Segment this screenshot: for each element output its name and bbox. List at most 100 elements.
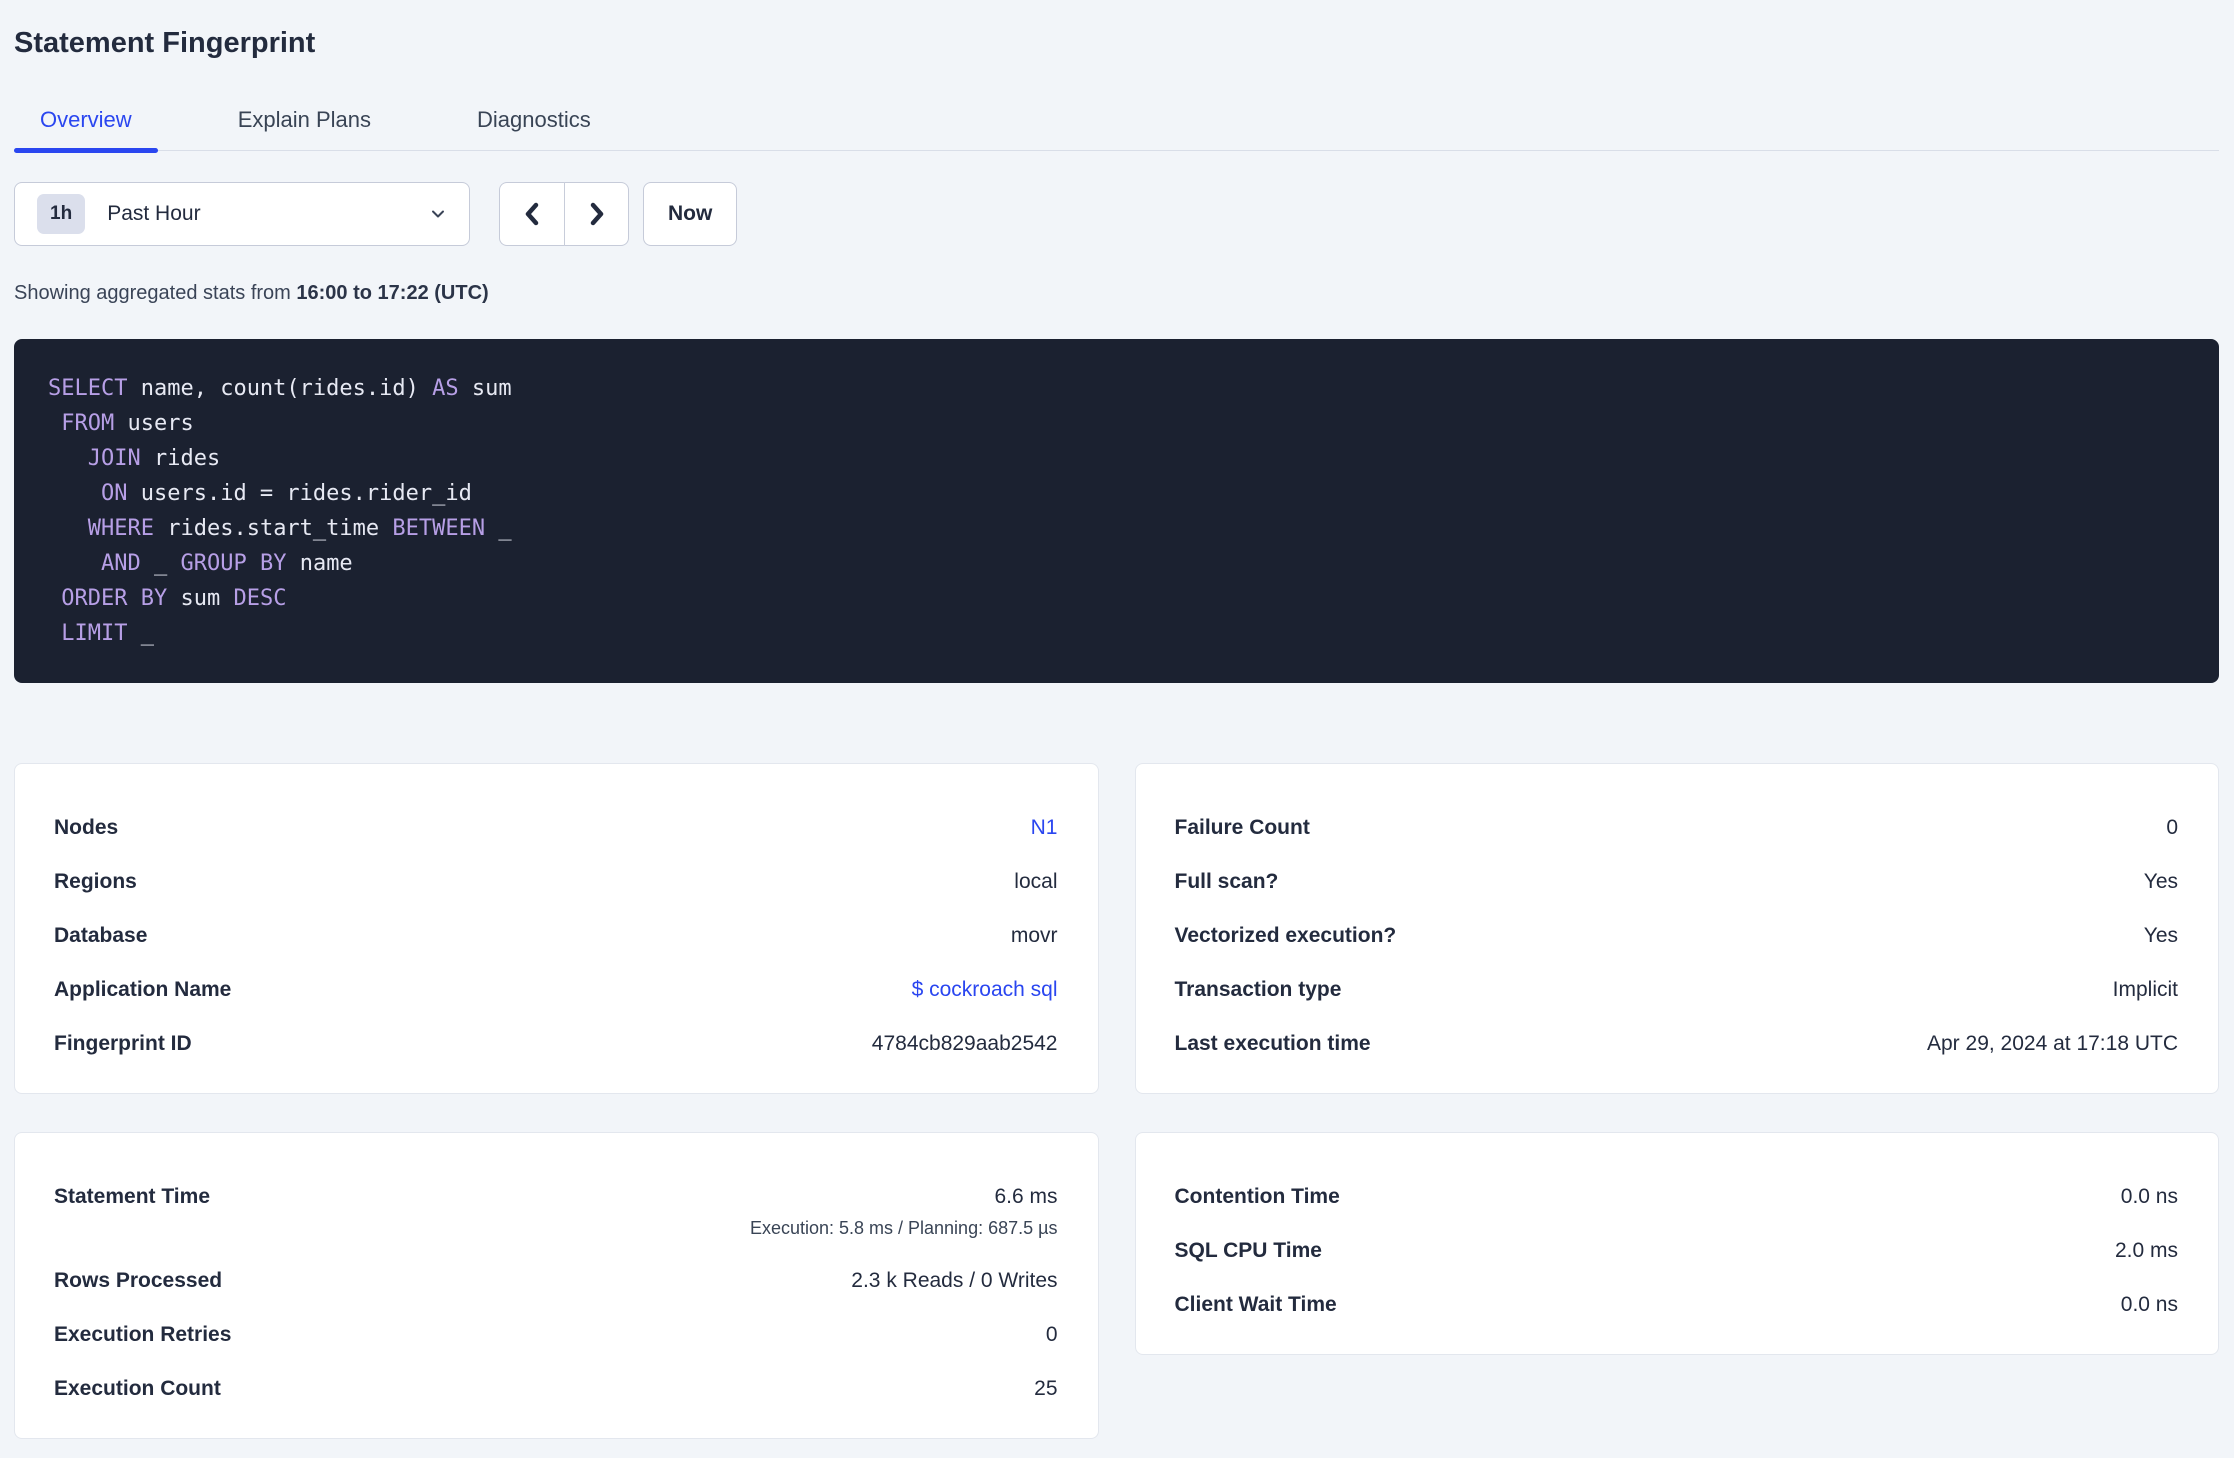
stat-value: Implicit (2112, 978, 2178, 1001)
stat-row: Execution Retries 0 (54, 1321, 1058, 1348)
sql-line: ON users.id = rides.rider_id (100, 481, 472, 506)
stat-value: 0.0 ns (2120, 1293, 2178, 1316)
stat-label: Contention Time (1174, 1185, 1340, 1208)
stat-value-wrap: 2.0 ms (2115, 1237, 2178, 1264)
chevron-left-icon (521, 200, 543, 228)
stat-row: SQL CPU Time 2.0 ms (1175, 1237, 2179, 1264)
timing-card-right: Contention Time 0.0 ns SQL CPU Time 2.0 ms C… (1134, 1132, 2219, 1355)
stat-value-wrap: movr (1011, 922, 1058, 949)
stat-value: Yes (2143, 924, 2178, 947)
tab-explain-plans[interactable]: Explain Plans (212, 106, 397, 150)
stat-row: Regions local (54, 868, 1058, 895)
stat-label: Execution Count (54, 1377, 221, 1400)
sql-line: AND _ GROUP BY name (100, 551, 353, 576)
now-button[interactable]: Now (643, 182, 738, 246)
stat-value: 0 (2166, 816, 2178, 839)
stat-label: Application Name (54, 978, 232, 1001)
stat-value: Yes (2143, 870, 2178, 893)
stat-value-wrap: 2.3 k Reads / 0 Writes (851, 1267, 1057, 1294)
stat-value-link[interactable]: N1 (1031, 814, 1058, 841)
sql-line: FROM users (61, 411, 194, 436)
stat-value-wrap: local (1014, 868, 1057, 895)
stat-row: Last execution time Apr 29, 2024 at 17:18… (1175, 1030, 2179, 1057)
tab-overview[interactable]: Overview (14, 106, 158, 153)
sql-line: WHERE rides.start_time BETWEEN _ (87, 516, 512, 541)
stat-row: Fingerprint ID 4784cb829aab2542 (54, 1030, 1058, 1057)
chevron-down-icon (429, 205, 447, 223)
sql-statement-box: SELECT name, count(rides.id) AS sum FROM… (14, 339, 2219, 683)
stat-value-wrap: Implicit (2113, 976, 2178, 1003)
time-range-label: Past Hour (107, 202, 201, 225)
stat-value-wrap: 0 (2166, 814, 2178, 841)
summary-cards: Nodes N1 Regions local Database movr Applicati… (14, 763, 2219, 1439)
stat-value: 4784cb829aab2542 (871, 1032, 1058, 1055)
stat-value-wrap: Apr 29, 2024 at 17:18 UTC (1927, 1030, 2178, 1057)
stat-label: Database (54, 924, 148, 947)
stat-value-wrap: 0 (1046, 1321, 1058, 1348)
statement-fingerprint-page: Statement Fingerprint Overview Explain P… (0, 0, 2234, 1439)
stat-label: Client Wait Time (1174, 1293, 1337, 1316)
tab-bar: Overview Explain Plans Diagnostics (14, 106, 2219, 153)
stats-caption: Showing aggregated stats from 16:00 to 1… (14, 280, 2219, 306)
stat-label: Vectorized execution? (1174, 924, 1397, 947)
stat-value-wrap: $ cockroach sql (912, 976, 1058, 1003)
stat-label: Failure Count (1174, 816, 1310, 839)
stat-value: 0 (1045, 1323, 1058, 1346)
chevron-right-icon (586, 200, 608, 228)
stat-value: 2.3 k Reads / 0 Writes (851, 1269, 1058, 1292)
stats-caption-range: 16:00 to 17:22 (UTC) (296, 282, 489, 304)
stat-row: Vectorized execution? Yes (1175, 922, 2179, 949)
stat-value-wrap: 4784cb829aab2542 (872, 1030, 1058, 1057)
time-range-dropdown[interactable]: 1h Past Hour (14, 182, 470, 246)
stat-label: Fingerprint ID (54, 1032, 192, 1055)
stat-label: Transaction type (1174, 978, 1342, 1001)
stat-subvalue: Execution: 5.8 ms / Planning: 687.5 µs (749, 1218, 1058, 1238)
sql-line: LIMIT _ (61, 621, 154, 646)
stat-row: Failure Count 0 (1175, 814, 2179, 841)
stat-value: movr (1010, 924, 1058, 947)
stat-value-wrap: 6.6 ms Execution: 5.8 ms / Planning: 687.… (750, 1183, 1058, 1240)
stat-row: Transaction type Implicit (1175, 976, 2179, 1003)
stat-value: Apr 29, 2024 at 17:18 UTC (1927, 1032, 2178, 1055)
stat-value-wrap: Yes (2144, 922, 2178, 949)
stat-value-wrap: Yes (2144, 868, 2178, 895)
stat-row: Client Wait Time 0.0 ns (1175, 1291, 2179, 1318)
stat-value-wrap: 0.0 ns (2121, 1183, 2178, 1210)
stat-row: Statement Time 6.6 ms Execution: 5.8 ms / … (54, 1183, 1058, 1240)
stat-value: 6.6 ms (994, 1185, 1058, 1208)
overview-card-left: Nodes N1 Regions local Database movr Applicati… (14, 763, 1099, 1094)
stat-label: Rows Processed (54, 1269, 223, 1292)
stat-row: Database movr (54, 922, 1058, 949)
stat-row: Rows Processed 2.3 k Reads / 0 Writes (54, 1267, 1058, 1294)
time-pager (499, 182, 629, 246)
stat-row: Full scan? Yes (1175, 868, 2179, 895)
next-time-button[interactable] (564, 182, 629, 246)
stat-label: Regions (54, 870, 137, 893)
sql-line: SELECT name, count(rides.id) AS sum (48, 376, 512, 401)
stat-row: Application Name $ cockroach sql (54, 976, 1058, 1003)
stats-caption-prefix: Showing aggregated stats from (14, 282, 297, 304)
stat-value: 0.0 ns (2120, 1185, 2178, 1208)
stat-label: SQL CPU Time (1174, 1239, 1322, 1262)
timing-card-left: Statement Time 6.6 ms Execution: 5.8 ms / … (14, 1132, 1099, 1439)
stat-row: Nodes N1 (54, 814, 1058, 841)
stat-label: Statement Time (54, 1185, 210, 1208)
stat-value: 25 (1034, 1377, 1058, 1400)
sql-line: ORDER BY sum DESC (61, 586, 287, 611)
time-range-badge: 1h (37, 194, 86, 234)
stat-row: Execution Count 25 (54, 1375, 1058, 1402)
stat-label: Full scan? (1174, 870, 1279, 893)
time-controls: 1h Past Hour Now (14, 182, 2219, 246)
stat-value-wrap: N1 (1031, 814, 1058, 841)
sql-line: JOIN rides (87, 446, 221, 471)
prev-time-button[interactable] (499, 182, 564, 246)
stat-label: Last execution time (1174, 1032, 1371, 1055)
stat-label: Nodes (54, 816, 119, 839)
stat-value-link[interactable]: $ cockroach sql (912, 976, 1058, 1003)
tab-diagnostics[interactable]: Diagnostics (451, 106, 617, 150)
stat-value: local (1014, 870, 1058, 893)
stat-value-wrap: 0.0 ns (2121, 1291, 2178, 1318)
stat-label: Execution Retries (54, 1323, 232, 1346)
stat-row: Contention Time 0.0 ns (1175, 1183, 2179, 1210)
page-title: Statement Fingerprint (14, 27, 316, 59)
